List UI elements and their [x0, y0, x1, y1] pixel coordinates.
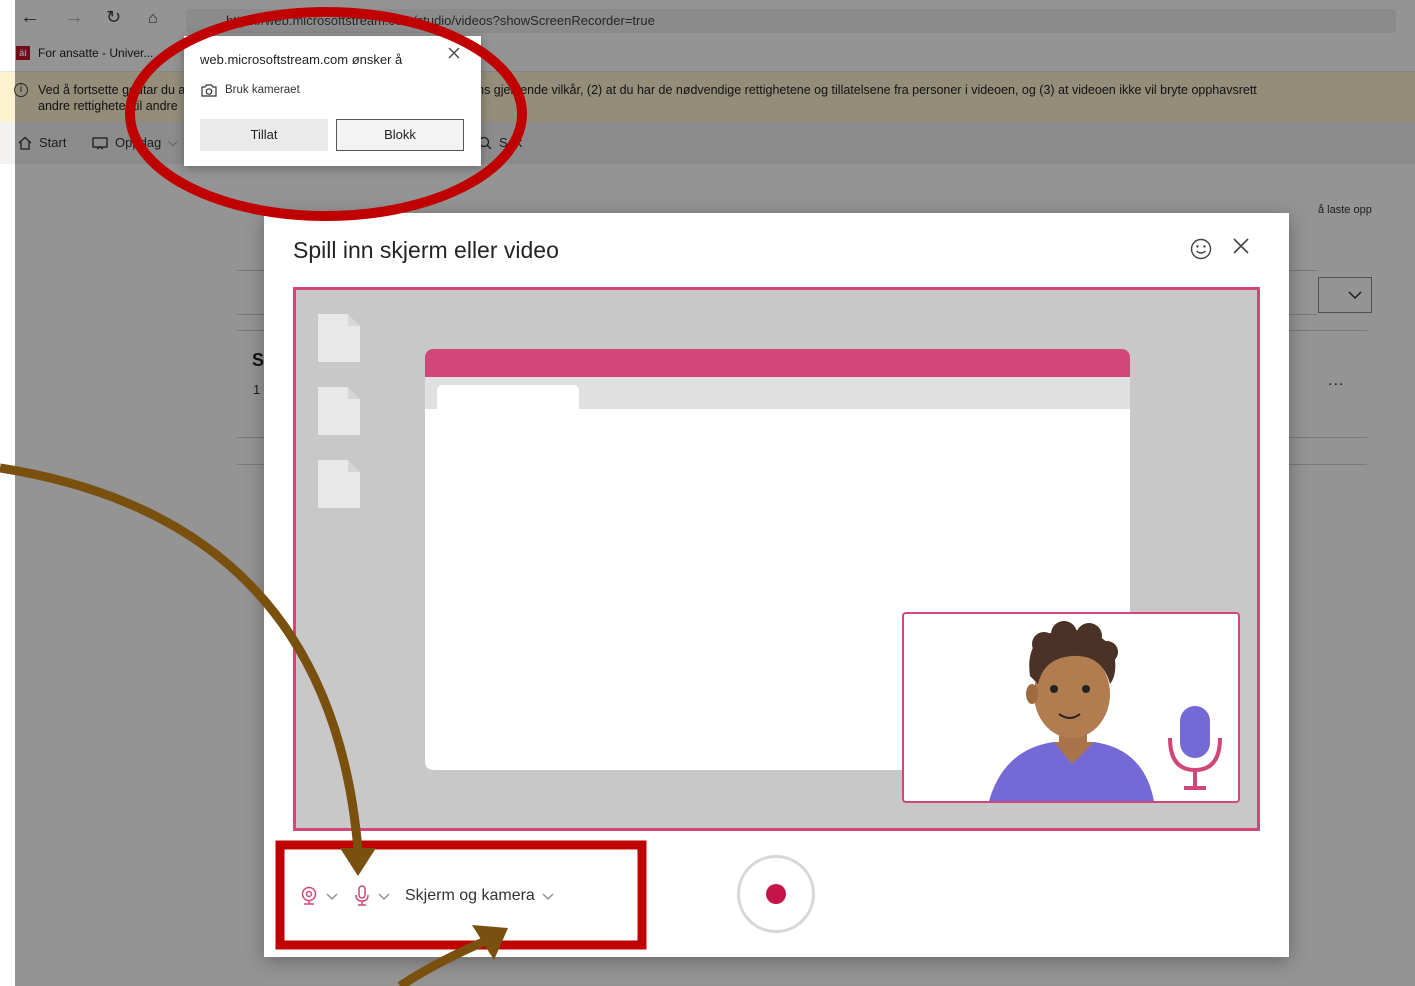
recording-mode-dropdown[interactable]: Skjerm og kamera — [405, 887, 555, 905]
permission-title: web.microsoftstream.com ønsker å — [200, 52, 403, 67]
close-icon[interactable] — [447, 44, 461, 65]
file-icon — [318, 314, 360, 362]
webcam-icon — [301, 886, 317, 905]
record-button[interactable] — [737, 855, 815, 933]
chevron-down-icon — [378, 893, 390, 900]
permission-camera-label: Bruk kameraet — [225, 84, 300, 96]
chevron-down-icon — [542, 893, 554, 900]
camera-preview-illustration — [902, 612, 1240, 803]
camera-selector[interactable] — [299, 886, 339, 906]
allow-button[interactable]: Tillat — [200, 119, 328, 151]
person-illustration — [989, 621, 1222, 801]
camera-permission-popup: web.microsoftstream.com ønsker å Bruk ka… — [184, 36, 481, 166]
microphone-icon — [355, 885, 369, 906]
block-button[interactable]: Blokk — [336, 119, 464, 151]
dialog-title: Spill inn skjerm eller video — [293, 237, 559, 263]
camera-icon — [201, 84, 217, 97]
record-dot-icon — [766, 884, 786, 904]
file-icon — [318, 460, 360, 508]
file-icon — [318, 387, 360, 435]
close-icon[interactable] — [1230, 235, 1252, 264]
permission-request: Bruk kameraet — [201, 83, 300, 97]
chevron-down-icon — [326, 893, 338, 900]
recorder-dialog: Spill inn skjerm eller video Skjerm og k… — [264, 213, 1289, 957]
screen: S 1 å laste opp ... ← → ↻ ⌂ https://web.… — [0, 0, 1415, 986]
feedback-smiley-icon[interactable] — [1189, 237, 1213, 267]
microphone-selector[interactable] — [353, 885, 391, 907]
recording-controls: Skjerm og kamera — [299, 876, 555, 916]
recording-preview-illustration — [293, 287, 1260, 831]
recording-mode-label: Skjerm og kamera — [405, 887, 535, 904]
